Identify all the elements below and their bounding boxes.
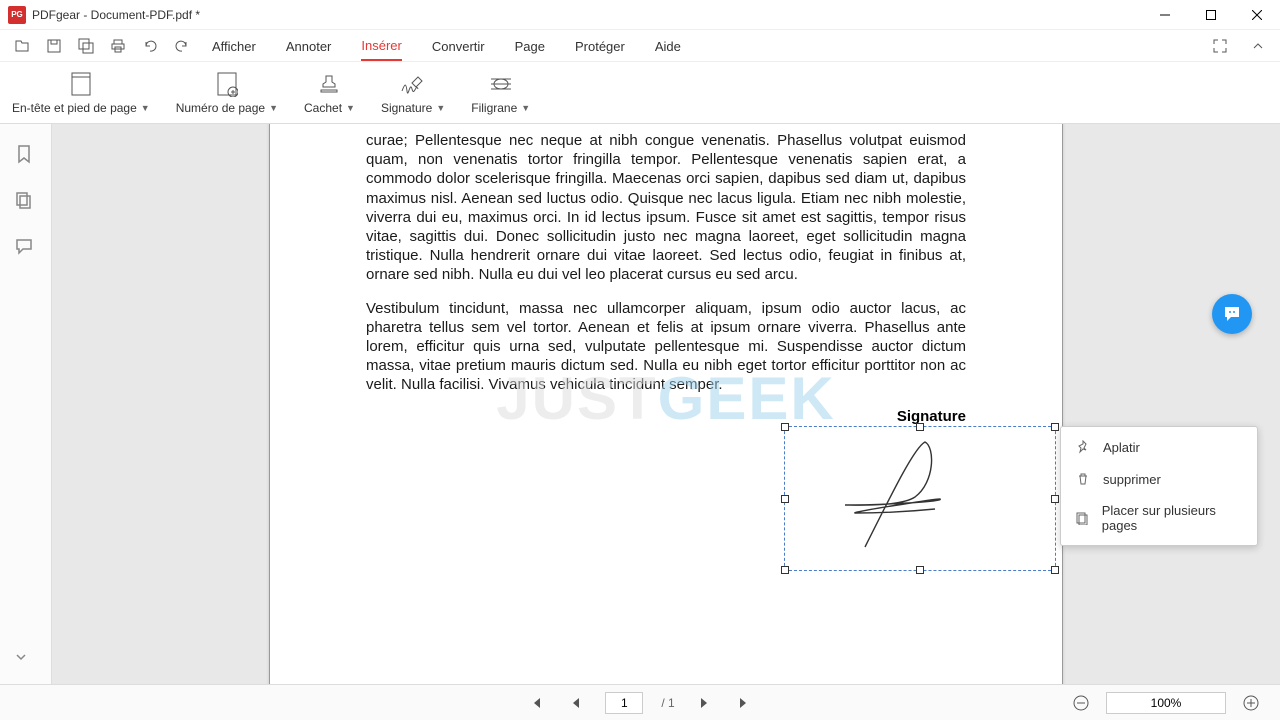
ctx-place-multi-label: Placer sur plusieurs pages [1102, 503, 1243, 533]
minimize-button[interactable] [1142, 0, 1188, 30]
document-canvas[interactable]: curae; Pellentesque nec neque at nibh co… [52, 124, 1280, 684]
window-controls [1142, 0, 1280, 30]
signature-drawing [785, 427, 1057, 572]
ctx-delete[interactable]: supprimer [1061, 463, 1257, 495]
zoom-controls: 100% [1070, 692, 1262, 714]
zoom-in-button[interactable] [1240, 692, 1262, 714]
chevron-down-icon: ▼ [521, 103, 530, 113]
page-total-label: / 1 [661, 696, 674, 710]
paragraph-2: Vestibulum tincidunt, massa nec ullamcor… [366, 299, 966, 395]
menu-aide[interactable]: Aide [655, 33, 681, 60]
chevron-down-icon: ▼ [141, 103, 150, 113]
ai-assistant-button[interactable] [1212, 294, 1252, 334]
context-menu: Aplatir supprimer Placer sur plusieurs p… [1060, 426, 1258, 546]
status-bar: / 1 100% [0, 684, 1280, 720]
redo-icon[interactable] [172, 36, 192, 56]
expand-sidebar-icon[interactable] [14, 650, 38, 674]
paragraph-1: curae; Pellentesque nec neque at nibh co… [366, 131, 966, 285]
chevron-down-icon: ▼ [436, 103, 445, 113]
saveas-icon[interactable] [76, 36, 96, 56]
page-number-icon [214, 71, 240, 97]
prev-page-button[interactable] [565, 692, 587, 714]
last-page-button[interactable] [733, 692, 755, 714]
stamp-icon [316, 71, 342, 97]
pin-icon [1075, 439, 1091, 455]
zoom-out-button[interactable] [1070, 692, 1092, 714]
watermark-icon [488, 71, 514, 97]
print-icon[interactable] [108, 36, 128, 56]
next-page-button[interactable] [693, 692, 715, 714]
stamp-button[interactable]: Cachet ▼ [304, 71, 355, 115]
trash-icon [1075, 471, 1091, 487]
page-icon [68, 71, 94, 97]
ctx-flatten[interactable]: Aplatir [1061, 431, 1257, 463]
watermark-button[interactable]: Filigrane ▼ [471, 71, 530, 115]
header-footer-button[interactable]: En-tête et pied de page ▼ [12, 71, 150, 115]
undo-icon[interactable] [140, 36, 160, 56]
thumbnails-icon[interactable] [14, 190, 38, 214]
menu-proteger[interactable]: Protéger [575, 33, 625, 60]
menu-annoter[interactable]: Annoter [286, 33, 332, 60]
chevron-down-icon: ▼ [269, 103, 278, 113]
title-bar: PG PDFgear - Document-PDF.pdf * [0, 0, 1280, 30]
window-title: PDFgear - Document-PDF.pdf * [32, 8, 200, 22]
header-footer-label: En-tête et pied de page [12, 101, 137, 115]
maximize-button[interactable] [1188, 0, 1234, 30]
fullscreen-icon[interactable] [1210, 36, 1230, 56]
page-number-label: Numéro de page [176, 101, 265, 115]
bookmarks-icon[interactable] [14, 144, 38, 168]
pdf-page: curae; Pellentesque nec neque at nibh co… [269, 124, 1063, 684]
main-area: curae; Pellentesque nec neque at nibh co… [0, 124, 1280, 684]
menu-afficher[interactable]: Afficher [212, 33, 256, 60]
signature-label: Signature [381, 101, 432, 115]
left-sidebar [0, 124, 52, 684]
ctx-place-multi[interactable]: Placer sur plusieurs pages [1061, 495, 1257, 541]
open-icon[interactable] [12, 36, 32, 56]
menu-convertir[interactable]: Convertir [432, 33, 485, 60]
zoom-level[interactable]: 100% [1106, 692, 1226, 714]
signature-button[interactable]: Signature ▼ [381, 71, 445, 115]
ctx-delete-label: supprimer [1103, 472, 1161, 487]
signature-selection[interactable] [784, 426, 1056, 571]
signature-icon [400, 71, 426, 97]
app-icon: PG [8, 6, 26, 24]
menu-bar: Afficher Annoter Insérer Convertir Page … [200, 30, 693, 62]
comments-icon[interactable] [14, 236, 38, 260]
menu-right [1210, 30, 1268, 62]
menu-page[interactable]: Page [515, 33, 545, 60]
close-button[interactable] [1234, 0, 1280, 30]
signature-heading: Signature [366, 408, 966, 425]
pages-icon [1075, 510, 1090, 526]
stamp-label: Cachet [304, 101, 342, 115]
watermark-label: Filigrane [471, 101, 517, 115]
ribbon: En-tête et pied de page ▼ Numéro de page ▼… [0, 62, 1280, 124]
collapse-ribbon-icon[interactable] [1248, 36, 1268, 56]
menu-inserer[interactable]: Insérer [361, 32, 401, 61]
chevron-down-icon: ▼ [346, 103, 355, 113]
save-icon[interactable] [44, 36, 64, 56]
page-number-button[interactable]: Numéro de page ▼ [176, 71, 278, 115]
first-page-button[interactable] [525, 692, 547, 714]
page-number-input[interactable] [605, 692, 643, 714]
ctx-flatten-label: Aplatir [1103, 440, 1140, 455]
